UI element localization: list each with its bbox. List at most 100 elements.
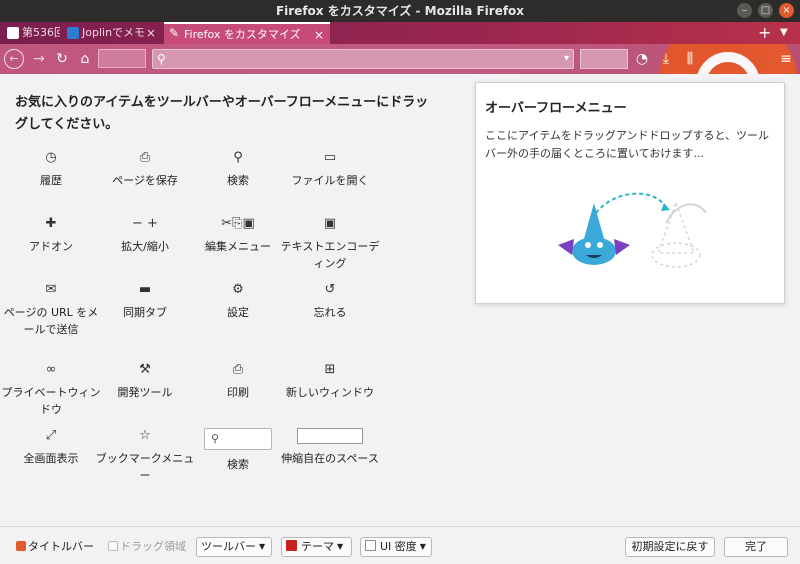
overflow-panel-title: オーバーフローメニュー <box>485 101 627 116</box>
download-icon[interactable]: ⤓ <box>656 49 676 69</box>
search-icon: ⚲ <box>233 150 243 165</box>
list-all-tabs-icon[interactable]: ▼ <box>780 22 788 44</box>
palette-item-label: 同期タブ <box>123 306 167 319</box>
hamburger-menu-icon[interactable]: ≡ <box>776 49 796 69</box>
restore-label: 初期設定に戻す <box>631 540 709 553</box>
printer-icon: ⎙ <box>232 362 244 377</box>
density-icon <box>365 540 376 551</box>
palette-item[interactable]: ☆ ブックマークメニュー <box>95 428 195 484</box>
palette-item[interactable]: 伸縮自在のスペース <box>280 428 380 467</box>
flexible-space-left[interactable] <box>98 49 146 68</box>
palette-item[interactable]: ⚲ 検索 <box>188 428 288 473</box>
customize-instructions: お気に入りのアイテムをツールバーやオーバーフローメニューにドラッグしてください。 <box>15 95 429 132</box>
text-encoding-icon: ▣ <box>323 216 337 231</box>
close-window-button[interactable]: × <box>779 3 794 18</box>
save-page-icon: ⎙ <box>139 150 151 165</box>
nav-toolbar: ← → ↻ ⌂ ⚲ ▾ ◔ ⤓ ⫼ ≡ <box>0 44 800 74</box>
palette-item-label: 検索 <box>227 458 249 471</box>
tab-label: 第536回 <box>22 26 60 39</box>
palette-item[interactable]: ✉ ページの URL をメールで送信 <box>1 282 101 338</box>
window-titlebar: Firefox をカスタマイズ - Mozilla Firefox – □ × <box>0 0 800 22</box>
url-bar[interactable]: ⚲ ▾ <box>152 49 574 69</box>
library-icon[interactable]: ⫼ <box>680 49 700 69</box>
bookmark-menu-icon: ☆ <box>139 428 151 443</box>
palette-item[interactable]: − + 拡大/縮小 <box>95 216 195 255</box>
palette-item[interactable]: ⊞ 新しいウィンドウ <box>280 362 380 401</box>
tab-joplin[interactable]: Joplinでメモ × <box>62 22 162 44</box>
flexible-space-right[interactable] <box>580 49 628 69</box>
customize-footer: タイトルバー ドラッグ領域 ツールバー ▼ テーマ ▼ UI 密度 ▼ 初期設定に戻す… <box>0 526 800 564</box>
checkbox-unchecked-icon <box>108 541 118 551</box>
mail-icon: ✉ <box>45 282 57 297</box>
tab-label: Firefox をカスタマイズ <box>184 28 301 41</box>
drag-space-label: ドラッグ領域 <box>120 540 186 553</box>
palette-item[interactable]: ✚ アドオン <box>1 216 101 255</box>
palette-item[interactable]: ▣ テキストエンコーディング <box>280 216 380 272</box>
drag-space-checkbox[interactable]: ドラッグ領域 <box>108 541 186 553</box>
restore-defaults-button[interactable]: 初期設定に戻す <box>625 537 715 557</box>
close-tab-icon[interactable]: × <box>314 24 324 44</box>
palette-item-label: ページを保存 <box>112 174 178 187</box>
palette-item-label: テキストエンコーディング <box>280 240 380 270</box>
palette-item-label: 拡大/縮小 <box>121 240 169 253</box>
palette-item[interactable]: ▬ 同期タブ <box>95 282 195 321</box>
palette-item[interactable]: ⚙ 設定 <box>188 282 288 321</box>
folder-open-icon: ▭ <box>323 150 337 165</box>
clock-icon: ◷ <box>45 150 57 165</box>
tab-episode536[interactable]: 第536回 <box>2 22 60 44</box>
done-button[interactable]: 完了 <box>724 537 788 557</box>
palette-item[interactable]: ✂⎘▣ 編集メニュー <box>188 216 288 255</box>
chevron-down-icon: ▼ <box>337 542 344 551</box>
palette-item-label: ページの URL をメールで送信 <box>3 306 99 336</box>
palette-item-label: 編集メニュー <box>205 240 271 253</box>
palette-item[interactable]: ⤢ 全画面表示 <box>1 428 101 467</box>
joplin-favicon-icon <box>67 27 79 39</box>
palette-item[interactable]: ∞ プライベートウィンドウ <box>1 362 101 418</box>
close-tab-icon[interactable]: × <box>146 22 156 44</box>
palette-item-label: ファイルを開く <box>291 174 369 187</box>
home-icon[interactable]: ⌂ <box>75 49 95 69</box>
tab-customize[interactable]: ✎ Firefox をカスタマイズ × <box>164 22 330 44</box>
titlebar-checkbox[interactable]: タイトルバー <box>16 541 94 553</box>
palette-item[interactable]: ⚒ 開発ツール <box>95 362 195 401</box>
palette-item[interactable]: ↺ 忘れる <box>280 282 380 321</box>
palette-item-label: 設定 <box>227 306 249 319</box>
themes-label: テーマ <box>301 540 334 553</box>
window-controls: – □ × <box>737 3 794 18</box>
toolbars-dropdown[interactable]: ツールバー ▼ <box>196 537 272 557</box>
wrench-icon: ⚒ <box>139 362 151 377</box>
flexible-space-widget <box>297 428 363 444</box>
palette-item[interactable]: ▭ ファイルを開く <box>280 150 380 189</box>
overflow-menu-panel[interactable]: オーバーフローメニュー ここにアイテムをドラッグアンドドロップすると、ツールバー… <box>475 82 785 304</box>
palette-item-label: 伸縮自在のスペース <box>281 452 379 465</box>
palette-item-label: 検索 <box>227 174 249 187</box>
forward-arrow-icon[interactable]: → <box>29 49 49 69</box>
palette-item-label: アドオン <box>29 240 73 253</box>
reload-icon[interactable]: ↻ <box>52 49 72 69</box>
gear-icon: ⚙ <box>232 282 244 297</box>
density-label: UI 密度 <box>380 540 417 553</box>
edit-icon: ✂⎘▣ <box>221 216 255 231</box>
laptop-icon: ▬ <box>138 282 152 297</box>
rss-icon[interactable]: ◔ <box>632 49 652 69</box>
palette-item[interactable]: ⎙ 印刷 <box>188 362 288 401</box>
density-dropdown[interactable]: UI 密度 ▼ <box>360 537 432 557</box>
site-favicon-icon <box>7 27 19 39</box>
palette-item[interactable]: ◷ 履歴 <box>1 150 101 189</box>
new-tab-button[interactable]: + <box>758 22 771 44</box>
back-arrow-icon[interactable]: ← <box>4 49 24 69</box>
fullscreen-icon: ⤢ <box>45 428 57 443</box>
themes-dropdown[interactable]: テーマ ▼ <box>281 537 352 557</box>
minimize-button[interactable]: – <box>737 3 752 18</box>
palette-item[interactable]: ⎙ ページを保存 <box>95 150 195 189</box>
palette-item-label: 開発ツール <box>117 386 173 399</box>
palette-item-label: 新しいウィンドウ <box>286 386 374 399</box>
checkbox-checked-icon <box>16 541 26 551</box>
palette-item[interactable]: ⚲ 検索 <box>188 150 288 189</box>
palette-item-label: 忘れる <box>313 306 347 319</box>
tab-label: Joplinでメモ <box>82 26 146 39</box>
chevron-down-icon[interactable]: ▾ <box>564 50 569 68</box>
maximize-button[interactable]: □ <box>758 3 773 18</box>
palette-item-label: プライベートウィンドウ <box>1 386 101 416</box>
titlebar-label: タイトルバー <box>28 540 94 553</box>
